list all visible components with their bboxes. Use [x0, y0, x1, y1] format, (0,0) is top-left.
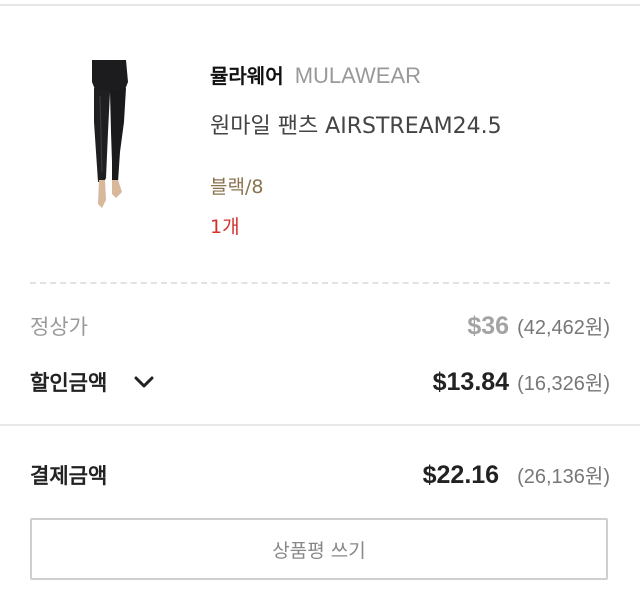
product-thumbnail[interactable]	[62, 52, 158, 222]
discount-toggle-label[interactable]: 할인금액	[30, 367, 107, 397]
product-quantity: 1개	[210, 216, 240, 238]
regular-price-label: 정상가	[30, 315, 88, 339]
discount-krw: (16,326원)	[517, 373, 610, 395]
chevron-down-icon[interactable]	[132, 372, 156, 392]
product-option: 블랙/8	[210, 176, 264, 198]
payment-total-usd: $22.16	[422, 461, 500, 489]
brand-korean: 뮬라웨어	[210, 64, 284, 88]
discount-usd: $13.84	[432, 368, 510, 396]
payment-total-label: 결제금액	[30, 464, 108, 488]
brand[interactable]: 뮬라웨어 MULAWEAR	[210, 60, 421, 89]
write-review-button[interactable]: 상품평 쓰기	[30, 518, 608, 580]
brand-english: MULAWEAR	[294, 63, 422, 88]
regular-price-usd: $36	[467, 312, 510, 340]
top-divider	[0, 4, 640, 6]
section-divider	[0, 424, 640, 426]
product-name[interactable]: 원마일 팬츠 AIRSTREAM24.5	[210, 108, 502, 140]
dashed-divider	[30, 282, 610, 284]
discount-amount: $13.84 (16,326원)	[433, 367, 610, 397]
payment-total: $22.16 (26,136원)	[423, 460, 610, 490]
payment-total-krw: (26,136원)	[517, 466, 610, 488]
regular-price: $36 (42,462원)	[467, 311, 610, 341]
regular-price-krw: (42,462원)	[517, 317, 610, 339]
